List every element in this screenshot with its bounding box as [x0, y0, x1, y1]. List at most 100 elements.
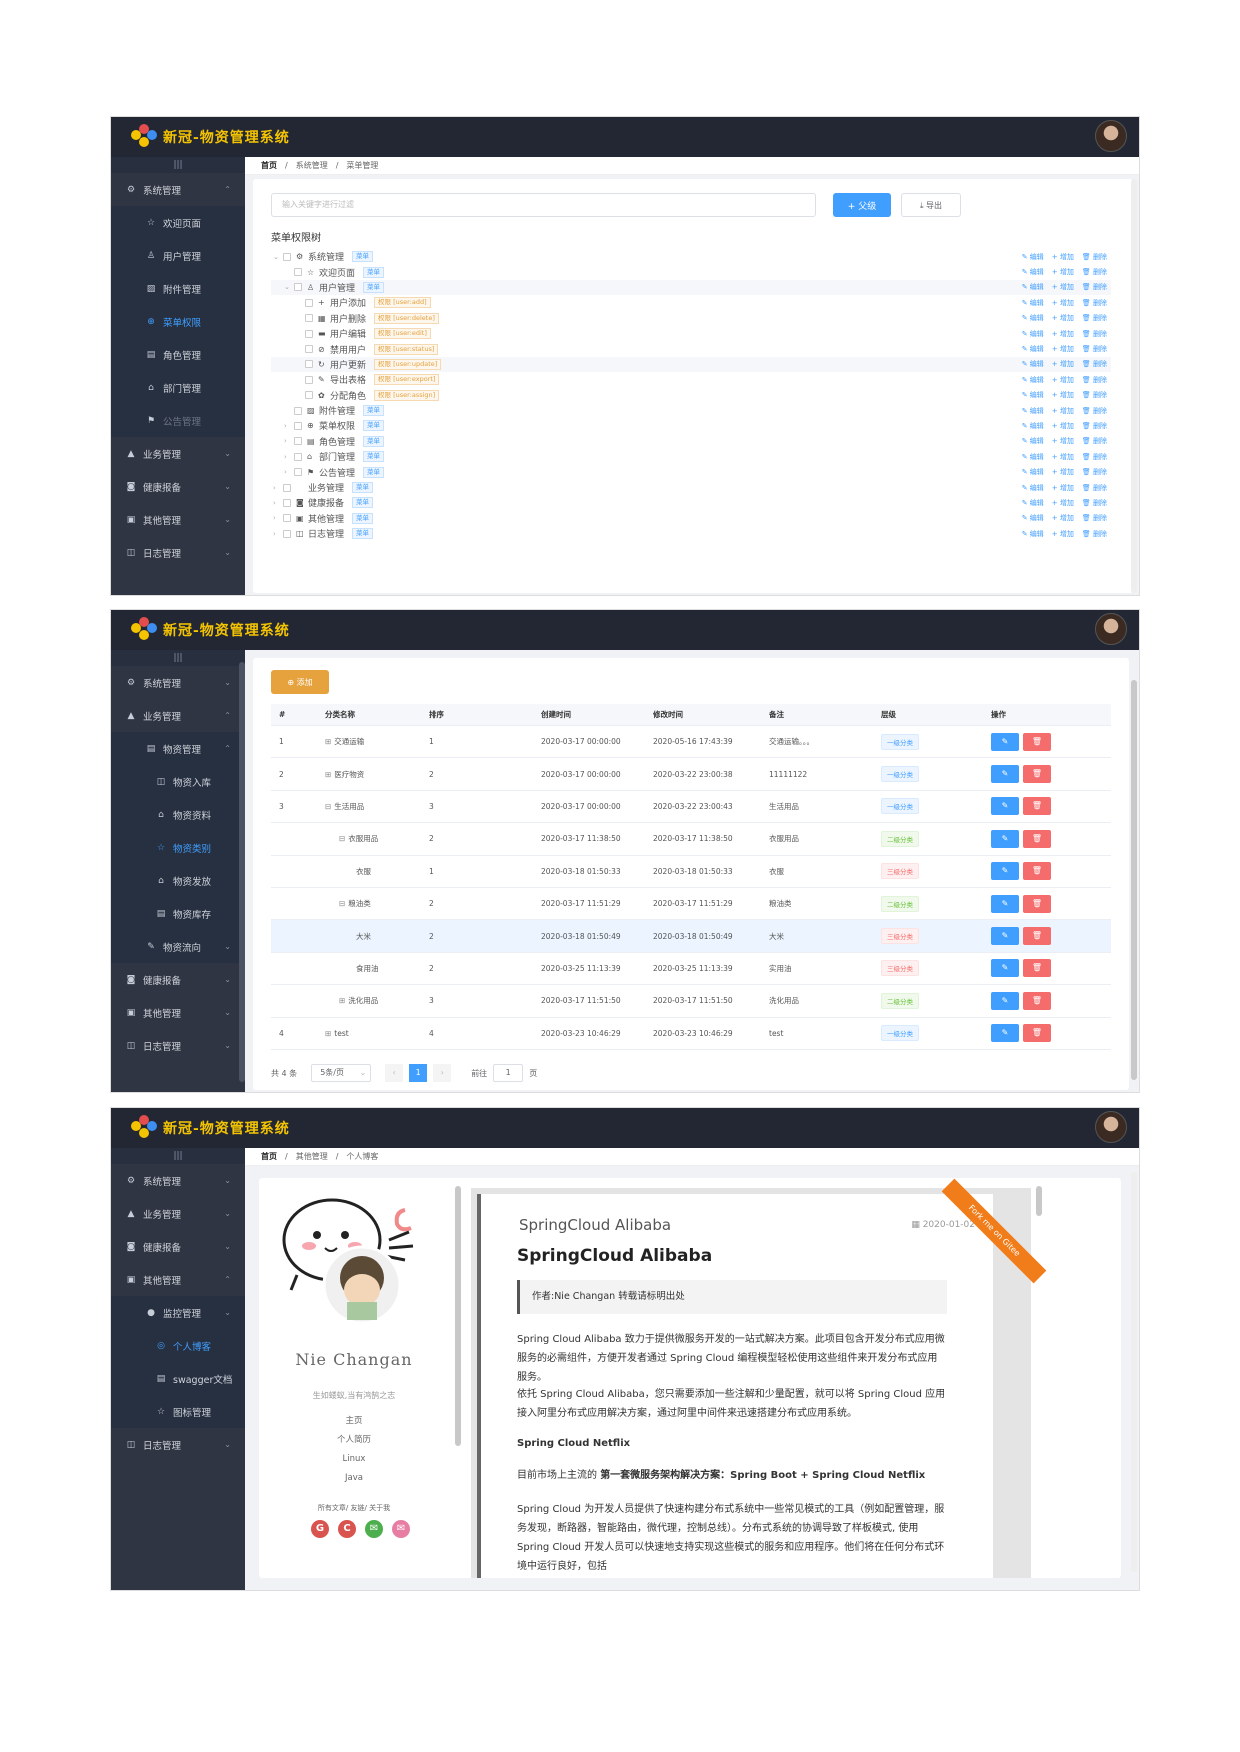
edit-link[interactable]: ✎ 编辑 [1022, 329, 1044, 339]
edit-link[interactable]: ✎ 编辑 [1022, 513, 1044, 523]
expand-caret-icon[interactable]: ⌄ [273, 253, 283, 261]
expand-toggle-icon[interactable]: ⊟ [325, 802, 331, 811]
add-link[interactable]: + 增加 [1052, 436, 1074, 446]
sidebar-collapse-toggle[interactable]: ||| [111, 1148, 245, 1164]
table-row[interactable]: 4 ⊞ test 4 2020-03-23 10:46:29 2020-03-23 10:… [271, 1018, 1111, 1050]
delete-link[interactable]: 🗑 删除 [1082, 375, 1107, 385]
tree-node[interactable]: ▦ 用户删除 权限 [user:delete] ✎ 编辑 + 增加 🗑 删除 [271, 311, 1111, 326]
sidebar-item[interactable]: ▤ 角色管理 [111, 338, 245, 371]
sidebar-item[interactable]: ◙ 健康报备 ⌄ [111, 470, 245, 503]
tree-node[interactable]: + 用户添加 权限 [user:add] ✎ 编辑 + 增加 🗑 删除 [271, 295, 1111, 310]
sidebar-item[interactable]: ▣ 其他管理 ⌄ [111, 996, 245, 1029]
sidebar-item[interactable]: ☆ 图标管理 [111, 1395, 245, 1428]
expand-caret-icon[interactable]: › [273, 514, 283, 522]
add-link[interactable]: + 增加 [1052, 421, 1074, 431]
edit-button[interactable]: ✎ [991, 927, 1019, 946]
profile-link[interactable]: Java [259, 1469, 449, 1488]
sidebar-item[interactable]: ⚙ 系统管理 ⌃ [111, 173, 245, 206]
delete-button[interactable]: 🗑 [1023, 927, 1051, 946]
add-button[interactable]: ⊕ 添加 [271, 670, 329, 694]
table-row[interactable]: 大米 2 2020-03-18 01:50:49 2020-03-18 01:50:4… [271, 920, 1111, 953]
sidebar-item[interactable]: ⚑ 公告管理 [111, 404, 245, 437]
breadcrumb-home[interactable]: 首页 [261, 1151, 277, 1162]
table-row[interactable]: 1 ⊞ 交通运输 1 2020-03-17 00:00:00 2020-05-16 17:… [271, 726, 1111, 759]
sidebar-item[interactable]: ☆ 欢迎页面 [111, 206, 245, 239]
page-1-button[interactable]: 1 [409, 1064, 428, 1082]
add-parent-button[interactable]: + 父级 [833, 193, 891, 217]
edit-button[interactable]: ✎ [991, 765, 1019, 784]
tree-checkbox[interactable] [305, 329, 313, 338]
tree-node[interactable]: ☆ 欢迎页面 菜单 ✎ 编辑 + 增加 🗑 删除 [271, 264, 1111, 279]
add-link[interactable]: + 增加 [1052, 252, 1074, 262]
sidebar-item[interactable]: ▲ 业务管理 ⌄ [111, 437, 245, 470]
csdn-icon[interactable]: C [338, 1520, 356, 1538]
edit-link[interactable]: ✎ 编辑 [1022, 344, 1044, 354]
edit-link[interactable]: ✎ 编辑 [1022, 313, 1044, 323]
mail-icon[interactable]: ✉ [392, 1520, 410, 1538]
delete-link[interactable]: 🗑 删除 [1082, 483, 1107, 493]
user-avatar[interactable] [1095, 120, 1127, 152]
search-input[interactable]: 输入关键字进行过滤 [271, 193, 816, 217]
table-row[interactable]: 2 ⊞ 医疗物资 2 2020-03-17 00:00:00 2020-03-22 23:… [271, 758, 1111, 791]
sidebar-item[interactable]: ▤ swagger文档 [111, 1362, 245, 1395]
sidebar-collapse-toggle[interactable]: ||| [111, 157, 245, 173]
delete-link[interactable]: 🗑 删除 [1082, 298, 1107, 308]
delete-button[interactable]: 🗑 [1023, 862, 1051, 881]
expand-toggle-icon[interactable]: ⊟ [339, 899, 345, 908]
sidebar-item[interactable]: ☆ 物资类别 [111, 831, 245, 864]
tree-node[interactable]: › ⊕ 菜单权限 菜单 ✎ 编辑 + 增加 🗑 删除 [271, 418, 1111, 433]
post-scrollbar[interactable] [1036, 1186, 1042, 1216]
add-link[interactable]: + 增加 [1052, 282, 1074, 292]
tree-node[interactable]: › ▣ 其他管理 菜单 ✎ 编辑 + 增加 🗑 删除 [271, 511, 1111, 526]
delete-link[interactable]: 🗑 删除 [1082, 282, 1107, 292]
sidebar-item[interactable]: ◫ 日志管理 ⌄ [111, 1428, 245, 1461]
add-link[interactable]: + 增加 [1052, 452, 1074, 462]
tree-node[interactable]: ✎ 导出表格 权限 [user:export] ✎ 编辑 + 增加 🗑 删除 [271, 372, 1111, 387]
sidebar-item[interactable]: ▤ 物资库存 [111, 897, 245, 930]
goto-page-input[interactable]: 1 [493, 1064, 524, 1082]
edit-button[interactable]: ✎ [991, 959, 1019, 978]
tree-checkbox[interactable] [294, 268, 302, 277]
table-row[interactable]: ⊟ 衣服用品 2 2020-03-17 11:38:50 2020-03-17 11:3… [271, 823, 1111, 856]
add-link[interactable]: + 增加 [1052, 298, 1074, 308]
delete-link[interactable]: 🗑 删除 [1082, 467, 1107, 477]
tree-node[interactable]: ▬ 用户编辑 权限 [user:edit] ✎ 编辑 + 增加 🗑 删除 [271, 326, 1111, 341]
add-link[interactable]: + 增加 [1052, 313, 1074, 323]
tree-checkbox[interactable] [283, 514, 291, 523]
sidebar-item[interactable]: ▨ 附件管理 [111, 272, 245, 305]
vertical-scrollbar[interactable] [1131, 179, 1137, 593]
edit-link[interactable]: ✎ 编辑 [1022, 298, 1044, 308]
sidebar-item[interactable]: ⚙ 系统管理 ⌄ [111, 1164, 245, 1197]
sidebar-item[interactable]: ⌂ 物资资料 [111, 798, 245, 831]
edit-link[interactable]: ✎ 编辑 [1022, 436, 1044, 446]
delete-link[interactable]: 🗑 删除 [1082, 421, 1107, 431]
page-size-select[interactable]: 5条/页 ⌄ [311, 1064, 372, 1082]
tree-checkbox[interactable] [294, 406, 302, 415]
delete-link[interactable]: 🗑 删除 [1082, 329, 1107, 339]
prev-page-button[interactable]: ‹ [385, 1064, 404, 1082]
delete-button[interactable]: 🗑 [1023, 829, 1051, 848]
edit-button[interactable]: ✎ [991, 797, 1019, 816]
tree-checkbox[interactable] [294, 468, 302, 477]
add-link[interactable]: + 增加 [1052, 513, 1074, 523]
edit-button[interactable]: ✎ [991, 732, 1019, 751]
profile-link[interactable]: 个人简历 [259, 1431, 449, 1450]
edit-button[interactable]: ✎ [991, 894, 1019, 913]
tree-node[interactable]: ⊘ 禁用用户 权限 [user:status] ✎ 编辑 + 增加 🗑 删除 [271, 341, 1111, 356]
delete-button[interactable]: 🗑 [1023, 1024, 1051, 1043]
add-link[interactable]: + 增加 [1052, 344, 1074, 354]
vertical-scrollbar[interactable] [1131, 1172, 1137, 1572]
add-link[interactable]: + 增加 [1052, 406, 1074, 416]
sidebar-item[interactable]: ◫ 日志管理 ⌄ [111, 1029, 245, 1062]
tree-node[interactable]: › ◫ 日志管理 菜单 ✎ 编辑 + 增加 🗑 删除 [271, 526, 1111, 541]
profile-link[interactable]: 主页 [259, 1412, 449, 1431]
column-header[interactable]: 备注 [761, 709, 873, 720]
sidebar-item[interactable]: ▤ 物资管理 ⌃ [111, 732, 245, 765]
expand-caret-icon[interactable]: › [273, 484, 283, 492]
breadcrumb-item[interactable]: 系统管理 [296, 160, 328, 171]
tree-node[interactable]: ⌄ ⚙ 系统管理 菜单 ✎ 编辑 + 增加 🗑 删除 [271, 249, 1111, 264]
column-header[interactable]: # [271, 710, 317, 719]
tree-checkbox[interactable] [305, 298, 313, 307]
delete-link[interactable]: 🗑 删除 [1082, 344, 1107, 354]
edit-link[interactable]: ✎ 编辑 [1022, 359, 1044, 369]
